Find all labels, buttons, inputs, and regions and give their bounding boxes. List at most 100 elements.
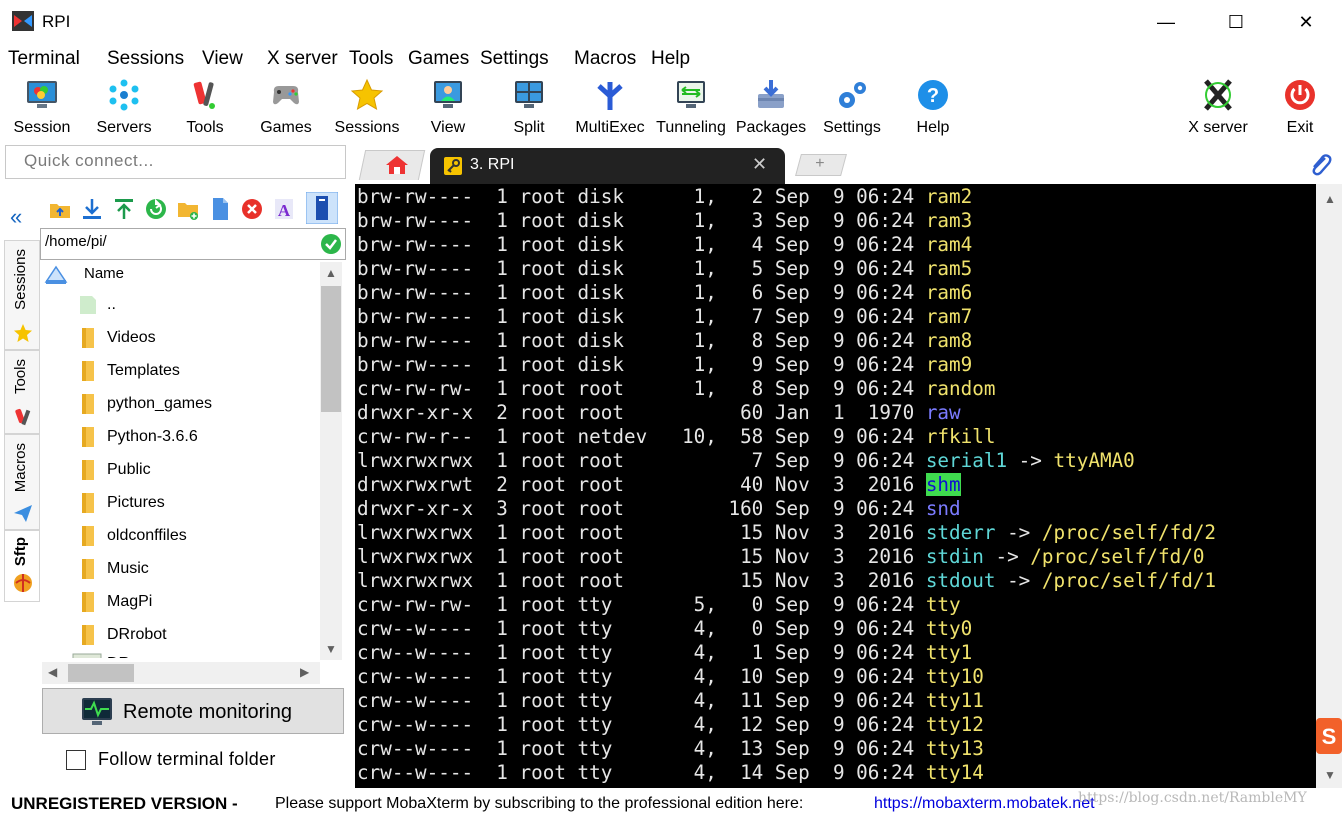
unregistered-version-label: UNREGISTERED VERSION -	[11, 794, 238, 813]
power-icon	[1285, 80, 1315, 110]
terminal-scrollbar[interactable]: ▲ ▼	[1316, 184, 1342, 788]
mobatek-link[interactable]: https://mobaxterm.mobatek.net	[874, 795, 1095, 813]
scroll-left-arrow-icon[interactable]: ◀	[48, 665, 57, 679]
folder-icon	[82, 460, 94, 480]
file-name: Videos	[107, 329, 156, 346]
split-button[interactable]: Split	[489, 76, 569, 140]
remote-monitoring-button[interactable]: Remote monitoring	[42, 688, 344, 734]
follow-terminal-folder-checkbox[interactable]	[66, 750, 86, 770]
help-button[interactable]: ? Help	[893, 76, 973, 140]
terminal-line: brw-rw---- 1 root disk 1, 8 Sep 9 06:24 …	[357, 329, 973, 352]
list-item[interactable]: ..	[42, 288, 320, 321]
terminal-output[interactable]: brw-rw---- 1 root disk 1, 2 Sep 9 06:24 …	[355, 184, 1316, 788]
list-item[interactable]: Pictures	[42, 486, 320, 519]
xserver-button[interactable]: X server	[1178, 76, 1258, 140]
sftp-file-list: Name .. Videos Templates python_games Py…	[42, 262, 320, 658]
pi-folder-icon	[44, 265, 68, 284]
gears-icon	[839, 82, 866, 108]
tunneling-button[interactable]: Tunneling	[651, 76, 731, 140]
rename-icon[interactable]: A	[272, 196, 296, 222]
view-button[interactable]: View	[408, 76, 488, 140]
session-button[interactable]: Session	[2, 76, 82, 140]
download-icon[interactable]	[80, 196, 104, 222]
follow-terminal-folder[interactable]: Follow terminal folder	[66, 748, 336, 772]
file-name: DR	[107, 655, 130, 658]
exit-button[interactable]: Exit	[1260, 76, 1340, 140]
scrollbar-thumb[interactable]	[321, 286, 341, 412]
maximize-button[interactable]: ☐	[1206, 0, 1266, 44]
terminal-line: crw--w---- 1 root tty 4, 12 Sep 9 06:24 …	[357, 713, 984, 736]
file-list-vertical-scrollbar[interactable]: ▲ ▼	[320, 262, 342, 660]
parent-folder-icon[interactable]	[48, 196, 72, 222]
list-item[interactable]: Public	[42, 453, 320, 486]
close-window-button[interactable]: ✕	[1276, 0, 1336, 44]
sftp-path-input[interactable]: /home/pi/	[40, 228, 346, 260]
menu-settings[interactable]: Settings	[480, 48, 549, 70]
scroll-right-arrow-icon[interactable]: ▶	[300, 665, 309, 679]
quick-connect-input[interactable]: Quick connect...	[5, 145, 346, 179]
delete-icon[interactable]	[240, 196, 264, 222]
tab-close-button[interactable]: ✕	[752, 154, 767, 175]
sidebar-tab-sessions[interactable]: Sessions	[4, 240, 40, 350]
follow-terminal-folder-label: Follow terminal folder	[98, 749, 276, 769]
menu-macros[interactable]: Macros	[574, 48, 636, 70]
folder-icon	[82, 526, 94, 546]
details-view-icon[interactable]	[306, 192, 338, 224]
upload-icon[interactable]	[112, 196, 136, 222]
refresh-icon[interactable]	[144, 196, 168, 222]
menu-games[interactable]: Games	[408, 48, 469, 70]
scroll-down-arrow-icon[interactable]: ▼	[325, 642, 337, 656]
games-button[interactable]: Games	[246, 76, 326, 140]
servers-label: Servers	[96, 119, 152, 136]
packages-button[interactable]: Packages	[731, 76, 811, 140]
list-item[interactable]: oldconffiles	[42, 519, 320, 552]
sidebar-tab-tools[interactable]: Tools	[4, 350, 40, 434]
terminal-line: brw-rw---- 1 root disk 1, 4 Sep 9 06:24 …	[357, 233, 973, 256]
terminal-line: drwxrwxrwt 2 root root 40 Nov 3 2016 shm	[357, 473, 961, 496]
collapse-sidebar-icon[interactable]: «	[10, 204, 22, 230]
scroll-up-arrow-icon[interactable]: ▲	[325, 266, 337, 280]
file-list-horizontal-scrollbar[interactable]: ◀ ▶	[42, 662, 320, 684]
path-confirm-icon[interactable]	[320, 233, 342, 255]
servers-button[interactable]: Servers	[84, 76, 164, 140]
file-name: MagPi	[107, 593, 153, 610]
tunneling-label: Tunneling	[656, 119, 726, 136]
menu-tools[interactable]: Tools	[349, 48, 393, 70]
menu-view[interactable]: View	[202, 48, 243, 70]
menu-xserver[interactable]: X server	[267, 48, 338, 70]
tab-rpi[interactable]: 3. RPI ✕	[430, 148, 785, 184]
plus-icon: +	[815, 155, 825, 172]
terminal-line: brw-rw---- 1 root disk 1, 7 Sep 9 06:24 …	[357, 305, 973, 328]
new-file-icon[interactable]	[208, 196, 232, 222]
scroll-up-arrow-icon[interactable]: ▲	[1324, 192, 1336, 206]
key-icon	[444, 157, 462, 175]
packages-label: Packages	[735, 119, 807, 136]
scrollbar-thumb[interactable]	[68, 664, 134, 682]
sessions-button[interactable]: Sessions	[327, 76, 407, 140]
gamepad-icon	[273, 86, 299, 105]
sidebar-tab-sftp[interactable]: Sftp	[4, 530, 40, 602]
list-item[interactable]: Videos	[42, 321, 320, 354]
list-item[interactable]: Templates	[42, 354, 320, 387]
tools-button[interactable]: Tools	[165, 76, 245, 140]
list-item[interactable]: Python-3.6.6	[42, 420, 320, 453]
list-item[interactable]: DR	[42, 647, 320, 658]
input-method-logo-icon: S	[1316, 718, 1342, 754]
list-item[interactable]: MagPi	[42, 585, 320, 618]
terminal-line: crw-rw-rw- 1 root tty 5, 0 Sep 9 06:24 t…	[357, 593, 961, 616]
menu-sessions[interactable]: Sessions	[107, 48, 184, 70]
column-header-name[interactable]: Name	[42, 262, 320, 288]
minimize-button[interactable]: —	[1136, 0, 1196, 44]
list-item[interactable]: python_games	[42, 387, 320, 420]
menu-terminal[interactable]: Terminal	[8, 48, 80, 70]
menu-help[interactable]: Help	[651, 48, 690, 70]
scroll-down-arrow-icon[interactable]: ▼	[1324, 768, 1336, 782]
new-folder-icon[interactable]	[176, 196, 200, 222]
settings-button[interactable]: Settings	[812, 76, 892, 140]
sidebar-tab-macros[interactable]: Macros	[4, 434, 40, 530]
paperclip-icon[interactable]	[1308, 152, 1332, 178]
multiexec-button[interactable]: MultiExec	[570, 76, 650, 140]
terminal-line: brw-rw---- 1 root disk 1, 3 Sep 9 06:24 …	[357, 209, 973, 232]
list-item[interactable]: Music	[42, 552, 320, 585]
new-tab-button[interactable]: +	[795, 154, 847, 176]
